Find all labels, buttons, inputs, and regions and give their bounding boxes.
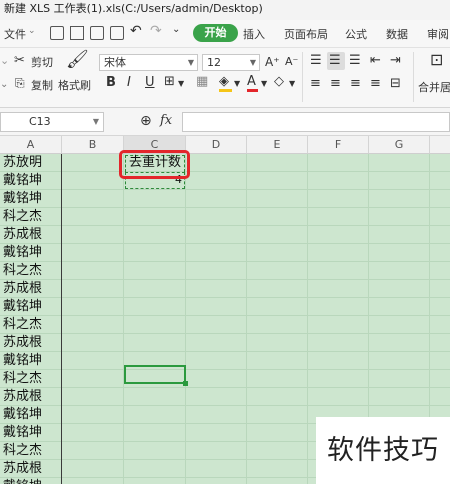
align-top-icon[interactable]: ☰ <box>310 54 322 68</box>
align-right-icon[interactable]: ≡ <box>350 77 361 91</box>
tab-page-layout[interactable]: 页面布局 <box>284 26 328 42</box>
fill-color-swatch <box>219 89 232 92</box>
cell-a13[interactable]: 科之杰 <box>0 370 62 388</box>
watermark-text: 软件技巧 <box>316 417 450 484</box>
font-size-value: 12 <box>207 56 221 69</box>
increase-font-icon[interactable]: A⁺ <box>265 55 280 69</box>
cell-a16[interactable]: 戴铭坤 <box>0 424 62 442</box>
font-color-button[interactable]: A <box>247 74 256 89</box>
chevron-down-icon[interactable]: ▼ <box>289 77 295 91</box>
align-bottom-icon[interactable]: ☰ <box>349 54 361 68</box>
border-icon[interactable]: ⊞ <box>164 75 175 89</box>
copy-button-label[interactable]: 复制 <box>31 77 53 93</box>
font-name-value: 宋体 <box>104 56 126 69</box>
menu-file-dropdown-icon[interactable]: ⌄ <box>28 26 36 36</box>
column-header-h[interactable] <box>430 136 450 154</box>
redo-icon[interactable]: ↷ <box>150 23 162 39</box>
fill-handle[interactable] <box>183 381 188 386</box>
column-header-b[interactable]: B <box>62 136 124 154</box>
chevron-down-icon[interactable]: ▼ <box>178 77 184 91</box>
column-header-a[interactable]: A <box>0 136 62 154</box>
formula-bar: C13 ▼ ⊕ fx <box>0 108 450 136</box>
chevron-down-icon: ▼ <box>92 117 99 126</box>
fx-button[interactable]: fx <box>160 113 172 128</box>
justify-icon[interactable]: ≡ <box>370 77 381 91</box>
bold-button[interactable]: B <box>106 75 116 90</box>
export-icon[interactable] <box>70 26 84 40</box>
tab-formula[interactable]: 公式 <box>345 26 367 42</box>
column-header-f[interactable]: F <box>308 136 369 154</box>
ribbon-toolbar: ⌄ ✂ 剪切 ⌄ ⎘ 复制 🖌 格式刷 宋体 ▼ 12 ▼ A⁺ A⁻ B I … <box>0 48 450 108</box>
column-header-d[interactable]: D <box>186 136 247 154</box>
cell-a5[interactable]: 苏成根 <box>0 226 62 244</box>
formula-input[interactable] <box>182 112 450 132</box>
align-left-icon[interactable]: ≡ <box>310 77 321 91</box>
paste-edge-icon[interactable]: ⌄ <box>0 54 9 68</box>
print-preview-icon[interactable] <box>110 26 124 40</box>
window-title: 新建 XLS 工作表(1).xls(C:/Users/admin/Desktop… <box>0 0 450 20</box>
cell-a4[interactable]: 科之杰 <box>0 208 62 226</box>
cell-a18[interactable]: 苏成根 <box>0 460 62 478</box>
cell-a17[interactable]: 科之杰 <box>0 442 62 460</box>
indent-decrease-icon[interactable]: ⇤ <box>370 54 381 68</box>
cell-a8[interactable]: 苏成根 <box>0 280 62 298</box>
cell-a11[interactable]: 苏成根 <box>0 334 62 352</box>
cell-a14[interactable]: 苏成根 <box>0 388 62 406</box>
fill-color-icon[interactable]: ◈ <box>219 75 229 89</box>
cell-reference: C13 <box>29 115 51 128</box>
cut-icon[interactable]: ✂ <box>14 54 25 68</box>
chevron-down-icon: ▼ <box>249 58 256 67</box>
ribbon-divider <box>413 52 414 102</box>
cell-a1[interactable]: 苏放明 <box>0 154 62 172</box>
merge-center-icon[interactable]: ⊡ <box>430 52 443 68</box>
distributed-align-icon[interactable]: ⊟ <box>390 77 401 91</box>
quick-access-dropdown-icon[interactable]: ⌄ <box>172 24 180 35</box>
font-size-select[interactable]: 12 ▼ <box>202 54 260 71</box>
tab-start[interactable]: 开始 <box>193 24 238 42</box>
cell-a10[interactable]: 科之杰 <box>0 316 62 334</box>
copy-icon[interactable]: ⎘ <box>15 76 25 90</box>
cell-a9[interactable]: 戴铭坤 <box>0 298 62 316</box>
align-middle-icon[interactable]: ☰ <box>329 54 341 68</box>
font-color-swatch <box>247 89 258 92</box>
chevron-down-icon[interactable]: ▼ <box>234 77 240 91</box>
format-painter-label[interactable]: 格式刷 <box>58 77 91 93</box>
merge-center-label[interactable]: 合并居 <box>418 79 450 95</box>
column-header-e[interactable]: E <box>247 136 308 154</box>
cell-a3[interactable]: 戴铭坤 <box>0 190 62 208</box>
font-name-select[interactable]: 宋体 ▼ <box>99 54 198 71</box>
chevron-down-icon[interactable]: ▼ <box>261 77 267 91</box>
cell-a12[interactable]: 戴铭坤 <box>0 352 62 370</box>
cell-a2[interactable]: 戴铭坤 <box>0 172 62 190</box>
tab-review[interactable]: 审阅 <box>427 26 449 42</box>
column-header-g[interactable]: G <box>369 136 430 154</box>
eraser-icon[interactable]: ◇ <box>274 75 284 89</box>
format-painter-icon[interactable]: 🖌 <box>66 51 89 69</box>
decrease-font-icon[interactable]: A⁻ <box>285 55 298 69</box>
ribbon-divider <box>302 52 303 102</box>
save-icon[interactable] <box>50 26 64 40</box>
paste-dropdown-icon[interactable]: ⌄ <box>0 78 8 92</box>
cell-a7[interactable]: 科之杰 <box>0 262 62 280</box>
print-icon[interactable] <box>90 26 104 40</box>
selected-cell-c13[interactable] <box>124 365 186 384</box>
cut-button-label[interactable]: 剪切 <box>31 54 53 70</box>
align-center-icon[interactable]: ≡ <box>330 77 341 91</box>
cell-a6[interactable]: 戴铭坤 <box>0 244 62 262</box>
cell-a15[interactable]: 戴铭坤 <box>0 406 62 424</box>
menu-bar: 文件 ⌄ ↶ ↷ ⌄ 开始 插入 页面布局 公式 数据 审阅 <box>0 20 450 48</box>
merge-cells-icon[interactable]: ▦ <box>196 75 208 89</box>
highlight-box <box>119 150 190 179</box>
name-box[interactable]: C13 ▼ <box>0 112 104 132</box>
tab-data[interactable]: 数据 <box>386 26 408 42</box>
chevron-down-icon: ▼ <box>187 58 194 67</box>
undo-icon[interactable]: ↶ <box>130 23 142 39</box>
menu-file[interactable]: 文件 <box>4 26 26 42</box>
italic-button[interactable]: I <box>127 75 131 90</box>
zoom-search-icon[interactable]: ⊕ <box>140 114 152 128</box>
tab-insert[interactable]: 插入 <box>243 26 265 42</box>
cell-a19[interactable]: 戴铭坤 <box>0 478 62 484</box>
underline-button[interactable]: U <box>145 75 155 90</box>
indent-increase-icon[interactable]: ⇥ <box>390 54 401 68</box>
